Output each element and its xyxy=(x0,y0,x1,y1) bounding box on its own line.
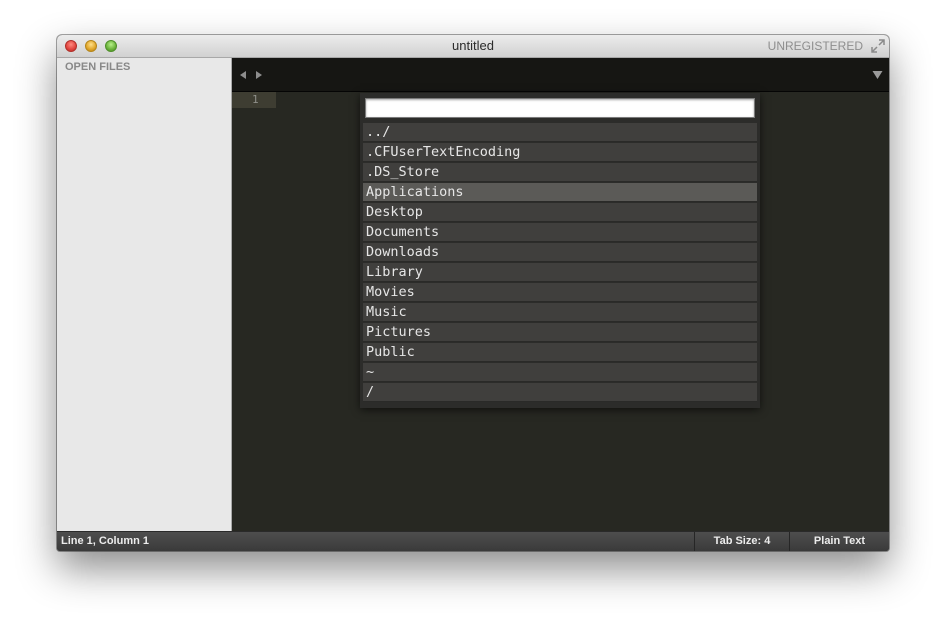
palette-item[interactable]: Pictures xyxy=(363,323,757,342)
palette-item[interactable]: ../ xyxy=(363,123,757,142)
palette-list: ../.CFUserTextEncoding .DS_Store Applicati… xyxy=(363,123,757,403)
license-status-label: UNREGISTERED xyxy=(767,39,863,53)
status-bar: Line 1, Column 1 Tab Size: 4 Plain Text xyxy=(57,531,889,551)
palette-item[interactable]: Downloads xyxy=(363,243,757,262)
arrow-right-icon[interactable] xyxy=(254,70,264,80)
line-number: 1 xyxy=(232,92,276,108)
palette-item[interactable]: Movies xyxy=(363,283,757,302)
path-input[interactable] xyxy=(365,98,755,118)
window-title: untitled xyxy=(452,38,494,53)
sidebar: OPEN FILES xyxy=(57,58,232,531)
palette-item[interactable]: / xyxy=(363,383,757,402)
title-bar[interactable]: untitled UNREGISTERED xyxy=(57,35,889,58)
tab-bar xyxy=(232,58,889,92)
syntax-button[interactable]: Plain Text xyxy=(790,532,889,551)
file-open-palette: ../.CFUserTextEncoding .DS_Store Applicati… xyxy=(360,93,760,408)
tab-size-button[interactable]: Tab Size: 4 xyxy=(695,532,789,551)
palette-item[interactable]: Library xyxy=(363,263,757,282)
palette-item[interactable]: Applications xyxy=(363,183,757,202)
app-window: untitled UNREGISTERED OPEN FILES 1 ../.C… xyxy=(57,35,889,551)
palette-item[interactable]: Desktop xyxy=(363,203,757,222)
triangle-down-icon[interactable] xyxy=(872,70,883,80)
palette-item[interactable]: .CFUserTextEncoding xyxy=(363,143,757,162)
fullscreen-icon[interactable] xyxy=(871,39,885,53)
palette-item[interactable]: Documents xyxy=(363,223,757,242)
palette-item[interactable]: ~ xyxy=(363,363,757,382)
palette-item[interactable]: Public xyxy=(363,343,757,362)
palette-item[interactable]: .DS_Store xyxy=(363,163,757,182)
palette-item[interactable]: Music xyxy=(363,303,757,322)
arrow-left-icon[interactable] xyxy=(238,70,248,80)
cursor-position: Line 1, Column 1 xyxy=(61,535,150,547)
open-files-heading: OPEN FILES xyxy=(65,61,131,73)
